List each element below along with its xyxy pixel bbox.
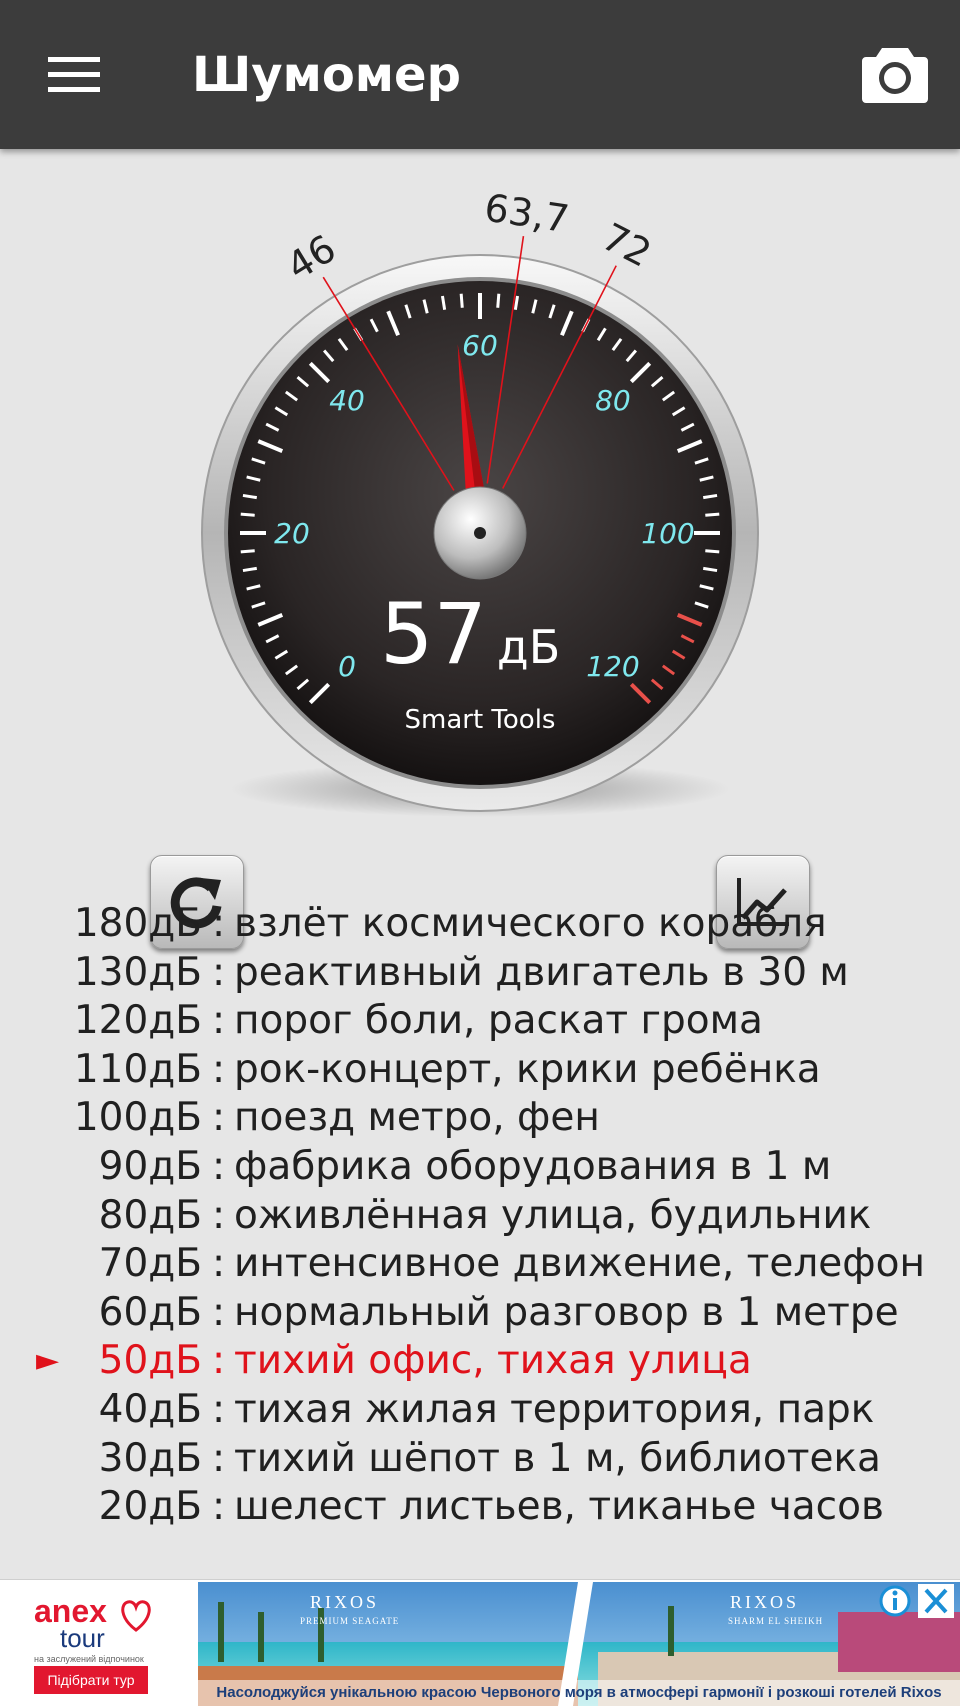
list-item: 110дБ: рок-концерт, крики ребёнка: [0, 1046, 960, 1095]
current-level-readout: 57 дБ: [380, 579, 590, 689]
ad-hotel-1: RIXOS: [310, 1592, 380, 1612]
ad-brand-logo: anex tour на заслужений відпочинок Підіб…: [8, 1594, 188, 1704]
level-description: тихий офис, тихая улица: [234, 1338, 752, 1384]
separator: :: [212, 1143, 226, 1189]
level-value: 30дБ: [98, 1435, 202, 1481]
level-value: 40дБ: [98, 1386, 202, 1432]
level-description: тихий шёпот в 1 м, библиотека: [234, 1435, 881, 1481]
ad-hotel-1-sub: PREMIUM SEAGATE: [300, 1616, 400, 1626]
ad-tagline: на заслужений відпочинок: [34, 1654, 144, 1664]
heart-icon: [121, 1600, 151, 1632]
list-item: 70дБ: интенсивное движение, телефон: [0, 1240, 960, 1289]
camera-icon[interactable]: [860, 44, 930, 106]
noise-reference-list: 180дБ: взлёт космического корабля 130дБ: ре…: [0, 900, 960, 1532]
scale-label: 60: [462, 329, 498, 362]
separator: :: [212, 949, 226, 995]
separator: :: [212, 1289, 226, 1335]
level-value: 100дБ: [73, 1095, 202, 1141]
gauge-brand-label: Smart Tools: [404, 705, 556, 735]
list-item: 40дБ: тихая жилая территория, парк: [0, 1386, 960, 1435]
separator: :: [212, 1435, 226, 1481]
level-description: рок-концерт, крики ребёнка: [234, 1046, 821, 1092]
level-description: шелест листьев, тиканье часов: [234, 1484, 884, 1530]
separator: :: [212, 1095, 226, 1141]
level-description: оживлённая улица, будильник: [234, 1192, 872, 1238]
level-value: 120дБ: [73, 998, 202, 1044]
gauge-dial: 0 20 40 60 80 100 120 46 63,7 72: [201, 186, 759, 817]
level-value: 80дБ: [98, 1192, 202, 1238]
marker-label: 72: [595, 215, 658, 276]
level-description: поезд метро, фен: [234, 1095, 600, 1141]
app-bar: Шумомер: [0, 0, 960, 149]
ad-banner[interactable]: anex tour на заслужений відпочинок Підіб…: [0, 1579, 960, 1708]
list-item: 60дБ: нормальный разговор в 1 метре: [0, 1289, 960, 1338]
level-description: тихая жилая территория, парк: [234, 1386, 875, 1432]
scale-tick: [240, 549, 255, 554]
current-level-unit: дБ: [496, 620, 561, 674]
list-item: 180дБ: взлёт космического корабля: [0, 900, 960, 949]
scale-tick: [240, 512, 255, 517]
separator: :: [212, 1046, 226, 1092]
level-description: интенсивное движение, телефон: [234, 1241, 925, 1287]
scale-label: 0: [338, 650, 356, 683]
list-item: 120дБ: порог боли, раскат грома: [0, 997, 960, 1046]
list-item-selected: ► 50дБ: тихий офис, тихая улица: [0, 1337, 960, 1386]
level-value: 110дБ: [73, 1046, 202, 1092]
ad-close-icon[interactable]: [918, 1584, 954, 1618]
separator: :: [212, 1338, 226, 1384]
menu-icon[interactable]: [48, 55, 100, 95]
list-item: 100дБ: поезд метро, фен: [0, 1094, 960, 1143]
sound-meter-gauge: 0 20 40 60 80 100 120 46 63,7 72 57 дБ Smart Tool…: [0, 149, 960, 949]
ad-hotel-2-sub: SHARM EL SHEIKH: [728, 1616, 824, 1626]
level-value: 20дБ: [98, 1484, 202, 1530]
scale-tick: [705, 549, 720, 554]
scale-tick: [705, 512, 720, 517]
separator: :: [212, 1386, 226, 1432]
list-item: 20дБ: шелест листьев, тиканье часов: [0, 1483, 960, 1532]
scale-tick: [496, 293, 501, 308]
list-item: 80дБ: оживлённая улица, будильник: [0, 1192, 960, 1241]
scale-label: 100: [641, 517, 694, 550]
separator: :: [212, 998, 226, 1044]
ad-cta-button[interactable]: Підібрати тур: [34, 1666, 148, 1694]
list-item: 30дБ: тихий шёпот в 1 м, библиотека: [0, 1435, 960, 1484]
ad-hotel-2: RIXOS: [730, 1592, 800, 1612]
scale-label: 20: [274, 517, 310, 550]
marker-label: 63,7: [482, 186, 572, 242]
separator: :: [212, 1241, 226, 1287]
level-value: 180дБ: [73, 901, 202, 946]
scale-tick: [459, 293, 464, 308]
level-description: реактивный двигатель в 30 м: [234, 949, 849, 995]
level-description: фабрика оборудования в 1 м: [234, 1143, 832, 1189]
level-description: нормальный разговор в 1 метре: [234, 1289, 899, 1335]
level-value: 130дБ: [73, 949, 202, 995]
level-description: взлёт космического корабля: [234, 901, 827, 946]
level-value: 70дБ: [98, 1241, 202, 1287]
scale-label: 80: [595, 384, 631, 417]
ad-info-icon[interactable]: [878, 1584, 912, 1618]
ad-caption: Насолоджуйся унікальною красою Червоного…: [198, 1680, 960, 1706]
level-value: 60дБ: [98, 1289, 202, 1335]
list-item: 130дБ: реактивный двигатель в 30 м: [0, 949, 960, 998]
app-title: Шумомер: [192, 47, 461, 103]
separator: :: [212, 901, 226, 946]
current-level-value: 57: [380, 585, 487, 683]
separator: :: [212, 1484, 226, 1530]
ad-brand-tour: tour: [60, 1623, 105, 1653]
scale-label: 40: [329, 384, 365, 417]
level-value: 50дБ: [98, 1338, 202, 1384]
list-item: 90дБ: фабрика оборудования в 1 м: [0, 1143, 960, 1192]
marker-label: 46: [279, 226, 343, 289]
level-description: порог боли, раскат грома: [234, 998, 763, 1044]
separator: :: [212, 1192, 226, 1238]
level-value: 90дБ: [98, 1143, 202, 1189]
scale-label: 120: [586, 650, 639, 683]
